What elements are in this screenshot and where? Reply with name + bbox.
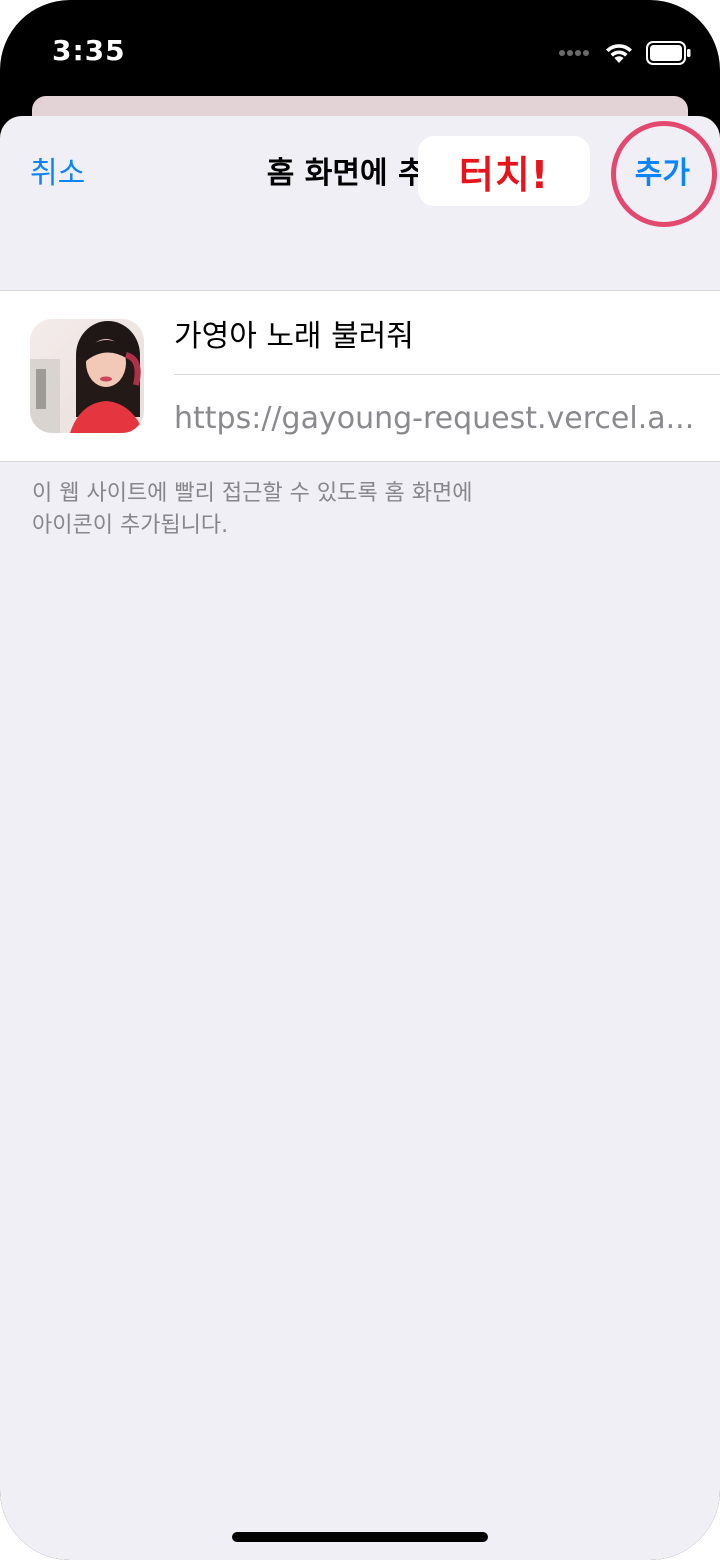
battery-icon (646, 41, 692, 65)
status-icons (558, 40, 692, 66)
add-button[interactable]: 추가 (635, 148, 690, 192)
status-time: 3:35 (52, 34, 126, 67)
status-bar: 3:35 (0, 0, 720, 100)
footer-note-line: 이 웹 사이트에 빨리 접근할 수 있도록 홈 화면에 (32, 481, 473, 506)
touch-callout: 터치! (418, 136, 590, 206)
sheet-nav-bar: 취소 홈 화면에 추가 터치! 추가 (0, 116, 720, 227)
phone-screen: 3:35 취소 홈 화면에 추가 터치! 추가 가영아 노래 불러줘 https… (0, 0, 720, 1560)
site-icon (30, 319, 144, 433)
footer-note: 이 웹 사이트에 빨리 접근할 수 있도록 홈 화면에 아이콘이 추가됩니다. (32, 478, 672, 542)
bookmark-form: 가영아 노래 불러줘 https://gayoung-request.verce… (0, 290, 720, 462)
cellular-signal-icon (558, 47, 592, 59)
touch-callout-text: 터치! (458, 152, 550, 197)
bookmark-url: https://gayoung-request.vercel.a... (174, 400, 694, 436)
home-indicator[interactable] (232, 1532, 488, 1542)
wifi-icon (604, 42, 634, 64)
add-to-home-sheet: 취소 홈 화면에 추가 터치! 추가 가영아 노래 불러줘 https://ga… (0, 116, 720, 1560)
footer-note-line: 아이콘이 추가됩니다. (32, 513, 229, 538)
bookmark-name-field[interactable]: 가영아 노래 불러줘 (174, 291, 720, 375)
